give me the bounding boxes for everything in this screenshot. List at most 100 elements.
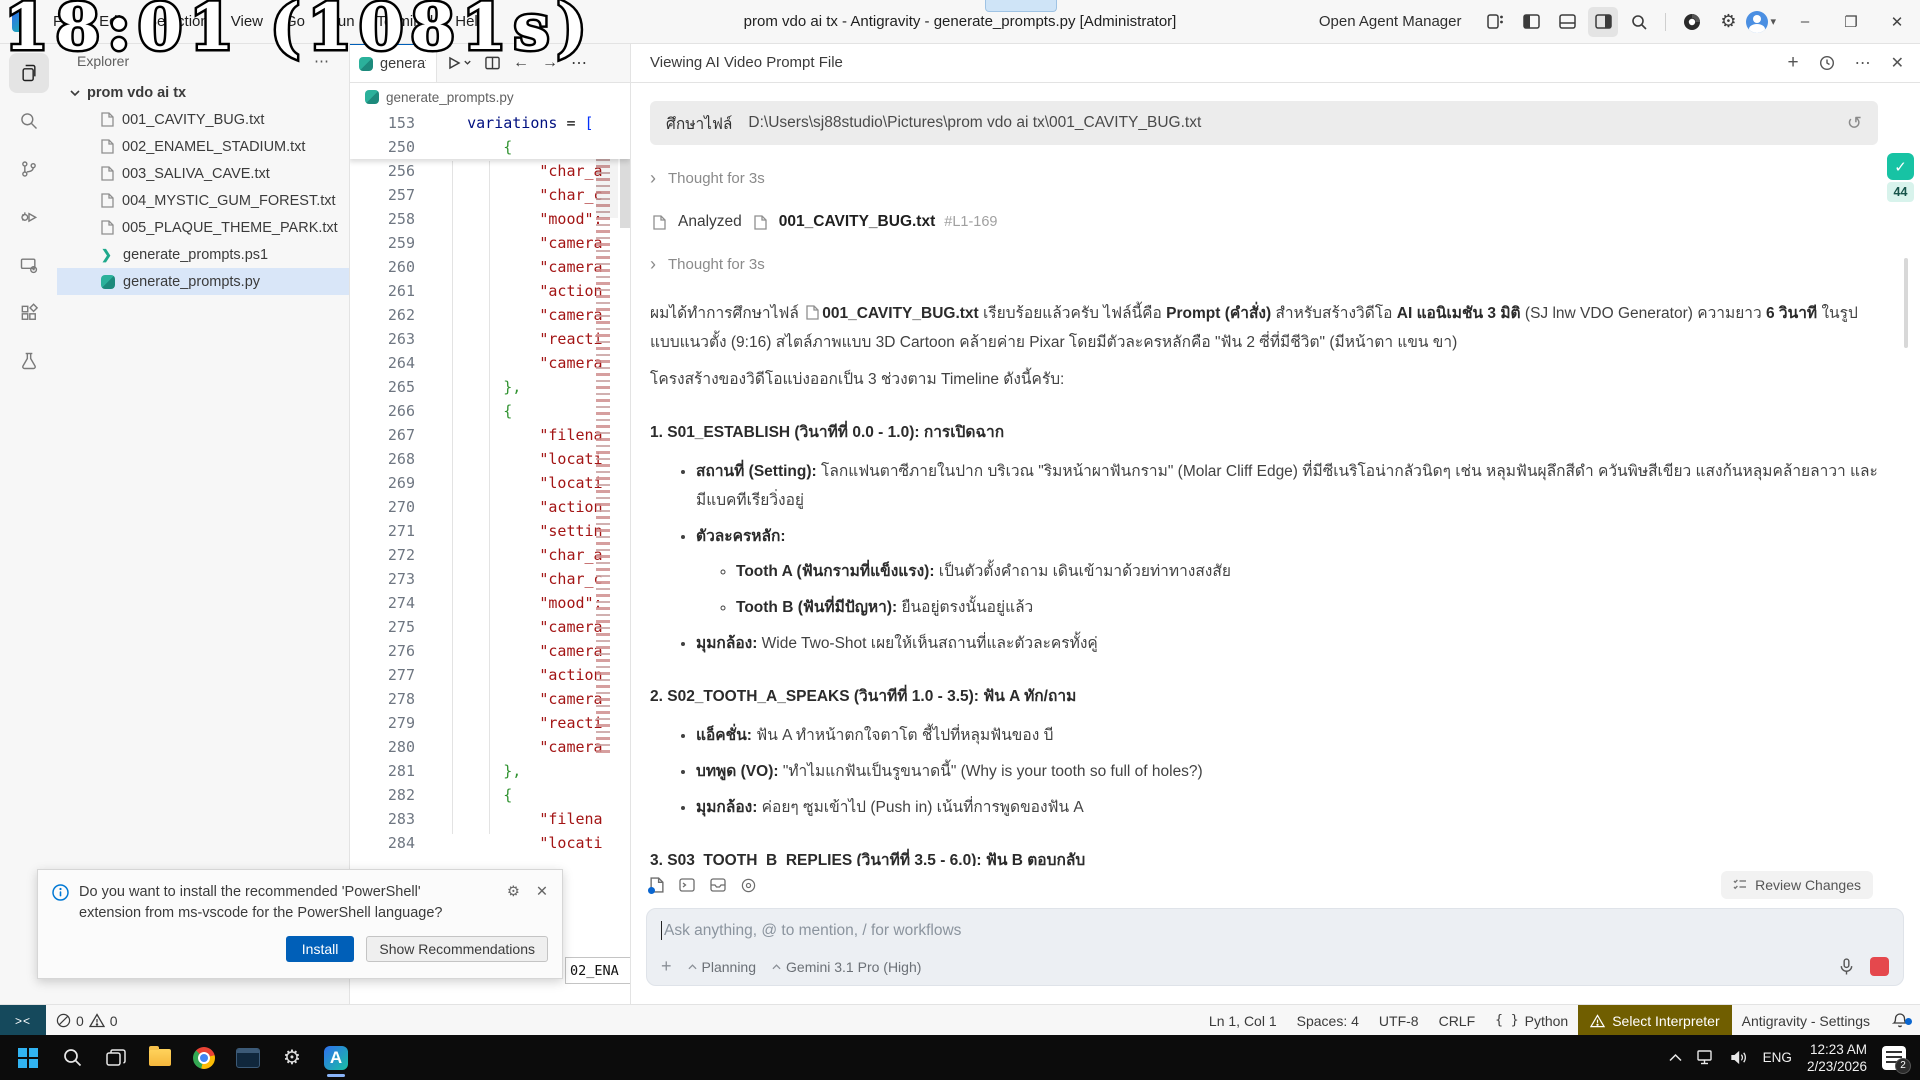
inline-file-reference[interactable]: 001_CAVITY_BUG.txt: [822, 305, 978, 322]
close-button[interactable]: ✕: [1874, 0, 1920, 43]
toggle-left-sidebar-icon[interactable]: [1516, 7, 1546, 37]
browser-icon[interactable]: [1677, 7, 1707, 37]
history-icon[interactable]: [1819, 55, 1835, 71]
indentation-setting[interactable]: Spaces: 4: [1287, 1005, 1369, 1036]
analyzed-label: Analyzed: [678, 213, 742, 231]
panel-scrollbar[interactable]: [1904, 258, 1908, 348]
tool-call-box[interactable]: ศึกษาไฟล์ D:\Users\sj88studio\Pictures\p…: [650, 101, 1878, 145]
analyzed-row[interactable]: Analyzed 001_CAVITY_BUG.txt #L1-169: [650, 213, 1878, 231]
artifacts-icon[interactable]: [710, 878, 726, 892]
window-title: prom vdo ai tx - Antigravity - generate_…: [744, 13, 1177, 30]
code-text: },: [431, 759, 521, 783]
testing-icon[interactable]: [9, 341, 49, 381]
account-menu[interactable]: ▾: [1746, 11, 1782, 33]
breadcrumb[interactable]: generate_prompts.py: [349, 83, 630, 111]
explorer-root-folder[interactable]: prom vdo ai tx: [57, 79, 349, 106]
clock[interactable]: 12:23 AM 2/23/2026: [1807, 1041, 1867, 1075]
activity-bar: [0, 43, 58, 1004]
problems-indicator[interactable]: 0 0: [46, 1013, 118, 1029]
terminal-app-icon[interactable]: [226, 1038, 270, 1078]
toggle-bottom-panel-icon[interactable]: [1552, 7, 1582, 37]
attach-button[interactable]: +: [661, 956, 672, 977]
remote-explorer-icon[interactable]: [9, 245, 49, 285]
file-item-002_enamel_stadium.txt[interactable]: 002_ENAMEL_STADIUM.txt: [57, 133, 349, 160]
revert-icon[interactable]: ↺: [1847, 113, 1862, 134]
notification-center-icon[interactable]: 2: [1882, 1046, 1906, 1070]
notification-settings-gear-icon[interactable]: ⚙: [507, 884, 520, 900]
file-explorer-icon[interactable]: [138, 1038, 182, 1078]
cursor-position[interactable]: Ln 1, Col 1: [1199, 1005, 1287, 1036]
clock-time: 12:23 AM: [1807, 1041, 1867, 1058]
run-debug-icon[interactable]: [9, 197, 49, 237]
mode-selector[interactable]: Planning: [688, 959, 757, 975]
settings-gear-icon[interactable]: ⚙: [1713, 7, 1743, 37]
new-conversation-icon[interactable]: +: [1787, 52, 1798, 74]
antigravity-app-icon[interactable]: A: [314, 1038, 358, 1078]
eol-setting[interactable]: CRLF: [1429, 1005, 1486, 1036]
stop-generation-button[interactable]: [1870, 957, 1889, 976]
language-label: Python: [1525, 1013, 1569, 1029]
model-selector[interactable]: Gemini 3.1 Pro (High): [772, 959, 921, 975]
search-icon[interactable]: [1624, 7, 1654, 37]
code-text: "char_c: [431, 183, 603, 207]
taskbar-search-icon[interactable]: [50, 1038, 94, 1078]
line-number: 276: [349, 639, 431, 663]
section-bullets-1: สถานที่ (Setting): โลกแฟนตาซีภายในปาก บร…: [650, 457, 1878, 658]
install-button[interactable]: Install: [286, 936, 355, 962]
source-control-icon[interactable]: [9, 149, 49, 189]
line-number: 265: [349, 375, 431, 399]
assistant-message-structure: โครงสร้างของวิดีโอแบ่งออกเป็น 3 ช่วงตาม …: [650, 365, 1878, 394]
customize-layout-icon[interactable]: [1480, 7, 1510, 37]
settings-sync-item[interactable]: Antigravity - Settings: [1732, 1005, 1880, 1036]
notifications-bell[interactable]: [1880, 1012, 1920, 1029]
panel-more-actions-icon[interactable]: ⋯: [1855, 53, 1871, 73]
remote-indicator[interactable]: ><: [0, 1005, 46, 1036]
language-mode[interactable]: { } Python: [1485, 1005, 1578, 1036]
windows-settings-icon[interactable]: ⚙: [270, 1038, 314, 1078]
show-recommendations-button[interactable]: Show Recommendations: [366, 936, 548, 962]
file-item-005_plaque_theme_park.txt[interactable]: 005_PLAQUE_THEME_PARK.txt: [57, 214, 349, 241]
thought-row-2[interactable]: › Thought for 3s: [650, 255, 1878, 273]
volume-icon[interactable]: [1730, 1050, 1748, 1065]
encoding-setting[interactable]: UTF-8: [1369, 1005, 1429, 1036]
agent-panel-bottom: Review Changes Ask anything, @ to mentio…: [630, 866, 1920, 1004]
code-text: "mood":: [431, 207, 603, 231]
select-interpreter-button[interactable]: Select Interpreter: [1578, 1005, 1731, 1036]
close-panel-icon[interactable]: ✕: [1891, 53, 1904, 73]
task-view-icon[interactable]: [94, 1038, 138, 1078]
side-widget[interactable]: ✓ 44: [1887, 153, 1914, 202]
input-language-indicator[interactable]: ENG: [1763, 1050, 1792, 1065]
text-file-icon: [101, 220, 114, 235]
toggle-right-sidebar-icon[interactable]: [1588, 7, 1618, 37]
microphone-icon[interactable]: [1839, 958, 1854, 976]
file-item-generate_prompts.ps1[interactable]: ❯generate_prompts.ps1: [57, 241, 349, 268]
agent-input-box[interactable]: Ask anything, @ to mention, / for workfl…: [646, 908, 1904, 986]
search-sidebar-icon[interactable]: [9, 101, 49, 141]
browser-preview-icon[interactable]: [741, 878, 756, 893]
file-item-label: 001_CAVITY_BUG.txt: [122, 112, 264, 128]
file-icon: [653, 215, 666, 230]
file-item-004_mystic_gum_forest.txt[interactable]: 004_MYSTIC_GUM_FOREST.txt: [57, 187, 349, 214]
review-changes-button[interactable]: Review Changes: [1721, 871, 1873, 899]
extensions-icon[interactable]: [9, 293, 49, 333]
sub-bullet-list: Tooth A (ฟันกรามที่แข็งแรง): เป็นตัวตั้ง…: [696, 557, 1878, 622]
hidden-icons-chevron[interactable]: [1669, 1053, 1682, 1062]
thought-row-1[interactable]: › Thought for 3s: [650, 169, 1878, 187]
chrome-icon[interactable]: [182, 1038, 226, 1078]
file-item-generate_prompts.py[interactable]: generate_prompts.py: [57, 268, 349, 295]
notification-close-icon[interactable]: ✕: [536, 884, 548, 900]
network-icon[interactable]: [1697, 1050, 1715, 1065]
bullet-item: แอ็คชั่น: ฟัน A ทำหน้าตกใจตาโต ชี้ไปที่ห…: [696, 721, 1878, 750]
minimap[interactable]: [596, 113, 618, 753]
terminal-icon[interactable]: [679, 878, 695, 892]
minimize-button[interactable]: –: [1782, 0, 1828, 43]
open-agent-manager-button[interactable]: Open Agent Manager: [1319, 13, 1462, 30]
bullet-item: สถานที่ (Setting): โลกแฟนตาซีภายในปาก บร…: [696, 457, 1878, 515]
changed-file-icon[interactable]: [650, 877, 664, 893]
start-button[interactable]: [6, 1038, 50, 1078]
file-item-003_saliva_cave.txt[interactable]: 003_SALIVA_CAVE.txt: [57, 160, 349, 187]
code-text: "reacti: [431, 711, 603, 735]
code-text: "char_a: [431, 543, 603, 567]
file-item-001_cavity_bug.txt[interactable]: 001_CAVITY_BUG.txt: [57, 106, 349, 133]
restore-button[interactable]: ❐: [1828, 0, 1874, 43]
